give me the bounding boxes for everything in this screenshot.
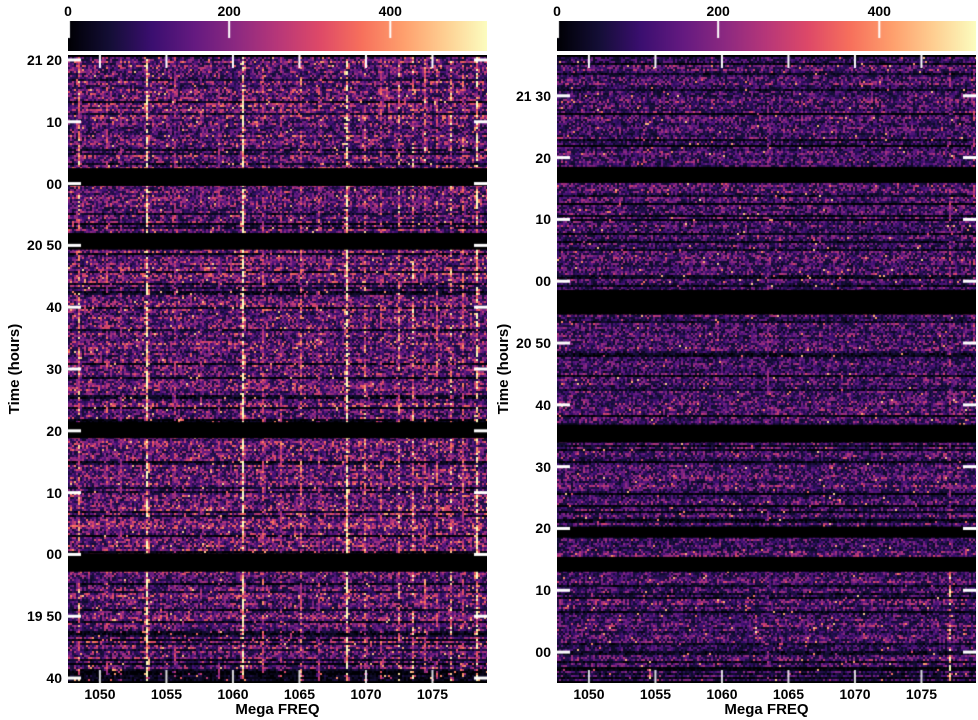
- y-tick-label: 20: [485, 150, 551, 166]
- y-tick-label: 40: [0, 299, 62, 315]
- colorbar-tick-label: 200: [199, 3, 259, 19]
- y-tick-label: 20 50: [485, 335, 551, 351]
- x-tick-label: 1070: [825, 686, 885, 702]
- y-tick-label: 10: [485, 211, 551, 227]
- radio-dynamic-spectrum-figure: Time (hours) Mega FREQ Time (hours) Mega…: [0, 0, 978, 720]
- x-tick-label: 1060: [692, 686, 752, 702]
- y-tick-label: 30: [0, 361, 62, 377]
- x-tick-label: 1055: [136, 686, 196, 702]
- y-tick-label: 10: [0, 114, 62, 130]
- y-tick-label: 20: [0, 423, 62, 439]
- y-tick-label: 10: [0, 485, 62, 501]
- y-tick-label: 40: [485, 397, 551, 413]
- x-tick-label: 1070: [336, 686, 396, 702]
- colorbar-tick-label: 400: [360, 3, 420, 19]
- colorbar-tick-label: 400: [849, 3, 909, 19]
- x-tick-label: 1050: [559, 686, 619, 702]
- colorbar-tick-label: 200: [688, 3, 748, 19]
- spectrogram-left-canvas: [68, 55, 487, 683]
- spectrogram-right-canvas: [557, 55, 976, 683]
- y-tick-label: 20 50: [0, 237, 62, 253]
- y-tick-label: 00: [0, 546, 62, 562]
- x-tick-label: 1075: [402, 686, 462, 702]
- y-tick-label: 00: [0, 176, 62, 192]
- x-tick-label: 1065: [269, 686, 329, 702]
- colorbar-left-canvas: [68, 21, 487, 51]
- y-tick-label: 10: [485, 582, 551, 598]
- x-axis-title-right: Mega FREQ: [724, 702, 808, 718]
- colorbar-right-canvas: [557, 21, 976, 51]
- y-tick-label: 00: [485, 273, 551, 289]
- y-tick-label: 21 20: [0, 52, 62, 68]
- x-tick-label: 1075: [891, 686, 951, 702]
- colorbar-tick-label: 0: [527, 3, 587, 19]
- y-tick-label: 20: [485, 520, 551, 536]
- y-tick-label: 30: [485, 459, 551, 475]
- x-tick-label: 1055: [625, 686, 685, 702]
- x-axis-title-left: Mega FREQ: [235, 702, 319, 718]
- y-tick-label: 19 50: [0, 608, 62, 624]
- y-tick-label: 00: [485, 644, 551, 660]
- x-tick-label: 1060: [203, 686, 263, 702]
- x-tick-label: 1050: [70, 686, 130, 702]
- y-tick-label: 40: [0, 670, 62, 686]
- x-tick-label: 1065: [758, 686, 818, 702]
- colorbar-tick-label: 0: [38, 3, 98, 19]
- y-tick-label: 21 30: [485, 88, 551, 104]
